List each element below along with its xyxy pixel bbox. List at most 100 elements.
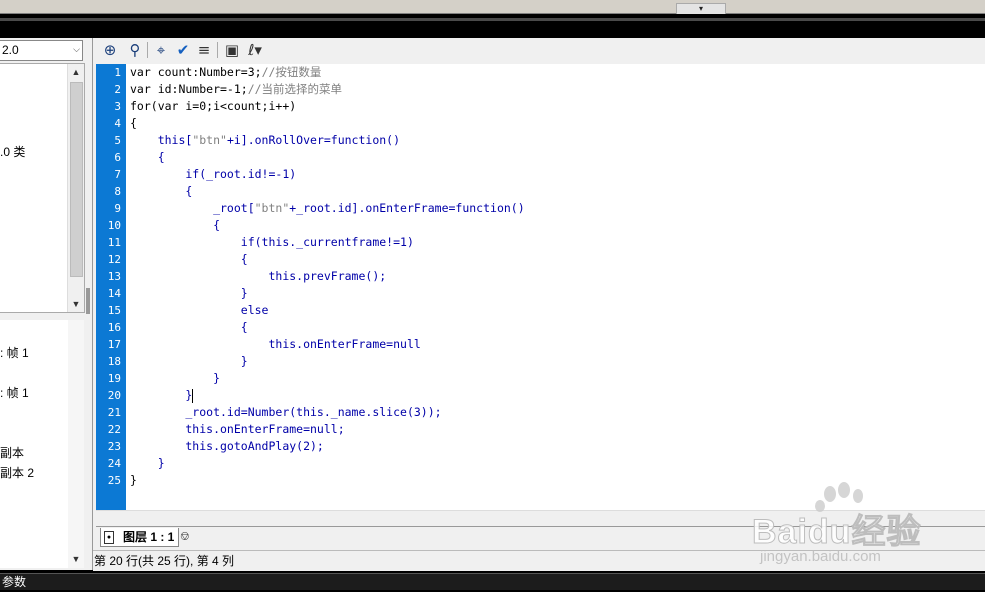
code-token: } [130,371,221,385]
check-syntax-icon[interactable]: ✔ [173,40,193,60]
code-line[interactable]: if(this._currentframe!=1) [130,234,414,251]
add-statement-icon[interactable]: ⊕ [100,40,120,60]
code-token: { [130,150,165,164]
line-number: 10 [107,219,121,232]
scroll-down-icon[interactable]: ▼ [68,554,84,568]
script-pane: ⊕ ⚲ ⌖ ✔ ≡ ▣ ℓ▾ 1 2 3 4 5 6 7 8 9 10 11 12 13 14 15 16 17… [93,38,985,571]
code-hint-icon[interactable]: ▣ [222,40,242,60]
script-toolbar: ⊕ ⚲ ⌖ ✔ ≡ ▣ ℓ▾ [93,38,985,62]
target-path-icon[interactable]: ⌖ [151,40,171,60]
code-line[interactable]: } [130,387,194,404]
layer-script-icon: ● [104,531,114,544]
line-number: 16 [107,321,121,334]
line-number: 7 [114,168,121,181]
line-number: 23 [107,440,121,453]
code-line[interactable]: } [130,353,248,370]
horizontal-scrollbar[interactable] [96,510,985,525]
code-editor[interactable]: 1 2 3 4 5 6 7 8 9 10 11 12 13 14 15 16 17 18 19 20 21 22 23 24 2… [96,64,985,510]
line-number: 22 [107,423,121,436]
code-token: _root[ [130,201,255,215]
version-value: 2.0 [2,43,19,57]
code-line[interactable]: for(var i=0;i<count;i++) [130,98,296,115]
tab-layer-1[interactable]: ● 图层 1 : 1 [100,528,180,547]
code-token: } [130,388,193,402]
collapse-toggle[interactable]: ▾ [676,3,726,14]
parameters-panel-title[interactable]: 参数 [2,574,26,590]
line-number: 8 [114,185,121,198]
code-token: } [130,456,165,470]
pin-script-icon[interactable]: ⎊ [180,529,190,544]
code-line[interactable]: _root.id=Number(this._name.slice(3)); [130,404,442,421]
code-token: +_root.id].onEnterFrame=function() [289,201,525,215]
code-line[interactable]: var count:Number=3;//按钮数量 [130,64,321,81]
code-line[interactable]: } [130,370,220,387]
line-number: 17 [107,338,121,351]
code-line[interactable]: _root["btn"+_root.id].onEnterFrame=funct… [130,200,525,217]
auto-format-icon[interactable]: ≡ [194,40,214,60]
tab-label: 图层 1 : 1 [123,530,175,544]
code-token: this.onEnterFrame=null; [130,422,345,436]
scroll-up-icon[interactable]: ▲ [68,64,84,80]
line-number: 5 [114,134,121,147]
code-line[interactable]: } [130,285,248,302]
code-token: +i].onRollOver=function() [226,133,401,147]
code-line[interactable]: this.gotoAndPlay(2); [130,438,324,455]
code-line[interactable]: this.onEnterFrame=null [130,336,420,353]
code-token: { [130,252,248,266]
scroll-down-icon[interactable]: ▼ [68,296,84,312]
code-line[interactable]: { [130,217,220,234]
code-token: { [130,218,221,232]
code-token: } [130,473,137,487]
code-line[interactable]: { [130,115,137,132]
code-line[interactable]: this.prevFrame(); [130,268,386,285]
code-token: { [130,184,193,198]
divider-band [0,14,985,38]
find-icon[interactable]: ⚲ [125,40,145,60]
line-number: 2 [114,83,121,96]
line-number: 14 [107,287,121,300]
line-number: 1 [114,66,121,79]
version-select[interactable]: 2.0 ⌵ [0,40,83,61]
line-number: 4 [114,117,121,130]
actions-tree[interactable]: .0 类 ▲ ▼ [0,63,85,313]
line-number: 3 [114,100,121,113]
line-number: 21 [107,406,121,419]
scroll-thumb[interactable] [70,82,83,277]
cursor-position: 第 20 行(共 25 行), 第 4 列 [94,554,235,568]
script-navigator[interactable]: : 帧 1 : 帧 1 副本 副本 2 ▼ [0,320,84,568]
debug-options-icon[interactable]: ℓ▾ [245,40,265,60]
navigator-item-frame-1-b[interactable]: : 帧 1 [0,384,29,401]
code-line[interactable]: { [130,251,248,268]
code-line[interactable]: else [130,302,269,319]
code-token: } [130,286,248,300]
navigator-item-copy[interactable]: 副本 [0,444,24,461]
code-token: for(var i=0;i<count;i++) [130,99,297,113]
code-token: { [130,116,137,130]
navigator-scrollbar[interactable]: ▼ [68,320,84,568]
line-number: 12 [107,253,121,266]
code-line[interactable]: var id:Number=-1;//当前选择的菜单 [130,81,342,98]
code-token: //按钮数量 [261,65,322,79]
actions-toolbox-panel: 2.0 ⌵ .0 类 ▲ ▼ : 帧 1 : 帧 1 副本 副本 2 ▼ [0,38,93,570]
code-token: _root.id=Number(this._name.slice(3)); [130,405,442,419]
navigator-item-copy-2[interactable]: 副本 2 [0,464,34,481]
tree-item-classes[interactable]: .0 类 [0,143,25,160]
panel-splitter[interactable] [86,288,90,314]
navigator-item-frame-1[interactable]: : 帧 1 [0,344,29,361]
code-line[interactable]: if(_root.id!=-1) [130,166,296,183]
code-line[interactable]: { [130,149,165,166]
code-token: this[ [130,133,193,147]
tree-scrollbar[interactable]: ▲ ▼ [67,64,84,312]
code-line[interactable]: } [130,472,137,489]
parameters-panel-bar[interactable]: 参数 [0,571,985,592]
code-line[interactable]: { [130,319,248,336]
code-line[interactable]: { [130,183,192,200]
code-token: this.gotoAndPlay(2); [130,439,324,453]
chevron-down-icon[interactable]: ⌵ [73,44,80,55]
code-token: } [130,354,248,368]
code-token: //当前选择的菜单 [247,82,343,96]
code-line[interactable]: this.onEnterFrame=null; [130,421,345,438]
code-line[interactable]: this["btn"+i].onRollOver=function() [130,132,400,149]
code-token: "btn" [192,133,227,147]
code-line[interactable]: } [130,455,165,472]
